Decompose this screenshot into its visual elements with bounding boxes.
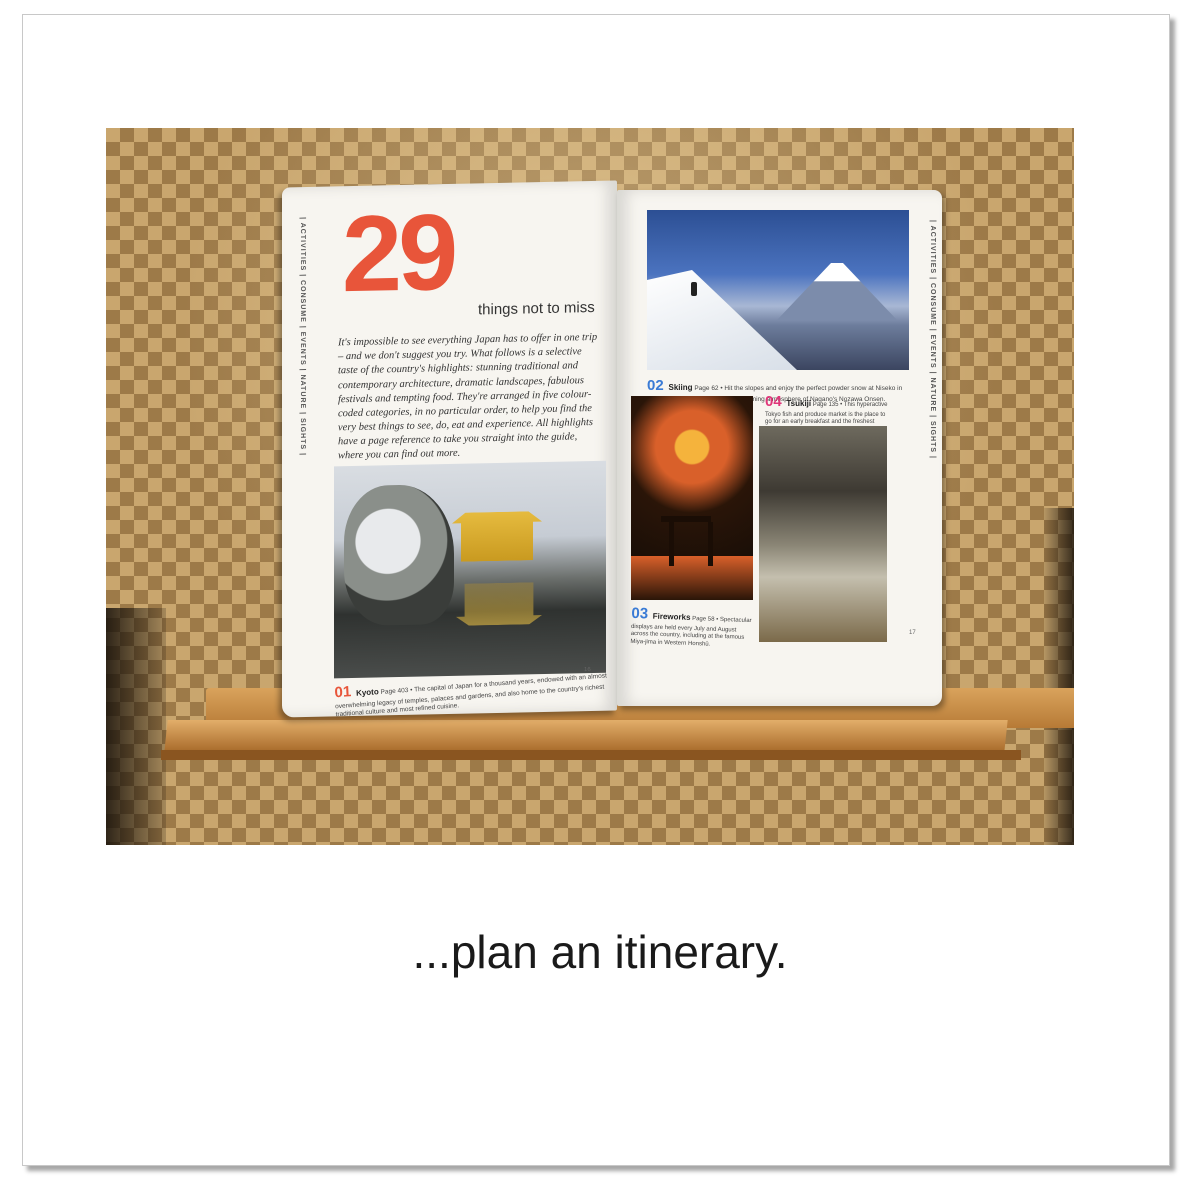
- torii-gate: [661, 516, 713, 566]
- kyoto-photo: [334, 460, 606, 679]
- caption-text: Page 58 • Spectacular displays are held …: [630, 615, 752, 648]
- page-number-right: 17: [909, 630, 916, 636]
- snowy-tree: [344, 483, 454, 627]
- slide-caption: ...plan an itinerary.: [412, 926, 788, 978]
- big-number: 29: [342, 190, 455, 315]
- caption-title: Fireworks: [652, 611, 691, 622]
- caption-title: Tsukiji: [786, 399, 812, 408]
- right-page: | ACTIVITIES | CONSUME | EVENTS | NATURE…: [617, 190, 942, 706]
- intro-paragraph: It's impossible to see everything Japan …: [338, 331, 598, 462]
- caption-number: 02: [647, 377, 664, 394]
- caption-title: Kyoto: [355, 687, 379, 698]
- caption-number: 01: [334, 683, 352, 702]
- wooden-shelf: [164, 720, 1008, 752]
- caption-fireworks: 03 Fireworks Page 58 • Spectacular displ…: [630, 604, 755, 651]
- shadow-left: [106, 608, 166, 845]
- golden-pavilion: [452, 490, 542, 562]
- snow-mountain: [777, 263, 897, 320]
- pavilion-reflection: [456, 582, 542, 644]
- skier: [691, 282, 697, 296]
- caption-number: 04: [765, 393, 782, 410]
- caption-title: Skiing: [668, 383, 693, 392]
- shelf-edge: [161, 750, 1021, 760]
- tsukiji-market-photo: [759, 426, 887, 642]
- caption-number: 03: [631, 604, 649, 623]
- subhead: things not to miss: [478, 298, 595, 319]
- page-number-left: 16: [584, 667, 591, 674]
- fireworks-photo: [631, 396, 753, 600]
- guidebook: | ACTIVITIES | CONSUME | EVENTS | NATURE…: [282, 180, 942, 718]
- shadow-right: [1044, 508, 1074, 845]
- category-strip-right: | ACTIVITIES | CONSUME | EVENTS | NATURE…: [929, 220, 936, 459]
- category-strip-left: | ACTIVITIES | CONSUME | EVENTS | NATURE…: [299, 217, 306, 457]
- skiing-photo: [647, 210, 909, 370]
- book-photo: | ACTIVITIES | CONSUME | EVENTS | NATURE…: [106, 128, 1074, 845]
- left-page: | ACTIVITIES | CONSUME | EVENTS | NATURE…: [282, 180, 617, 718]
- ski-slope: [647, 270, 797, 370]
